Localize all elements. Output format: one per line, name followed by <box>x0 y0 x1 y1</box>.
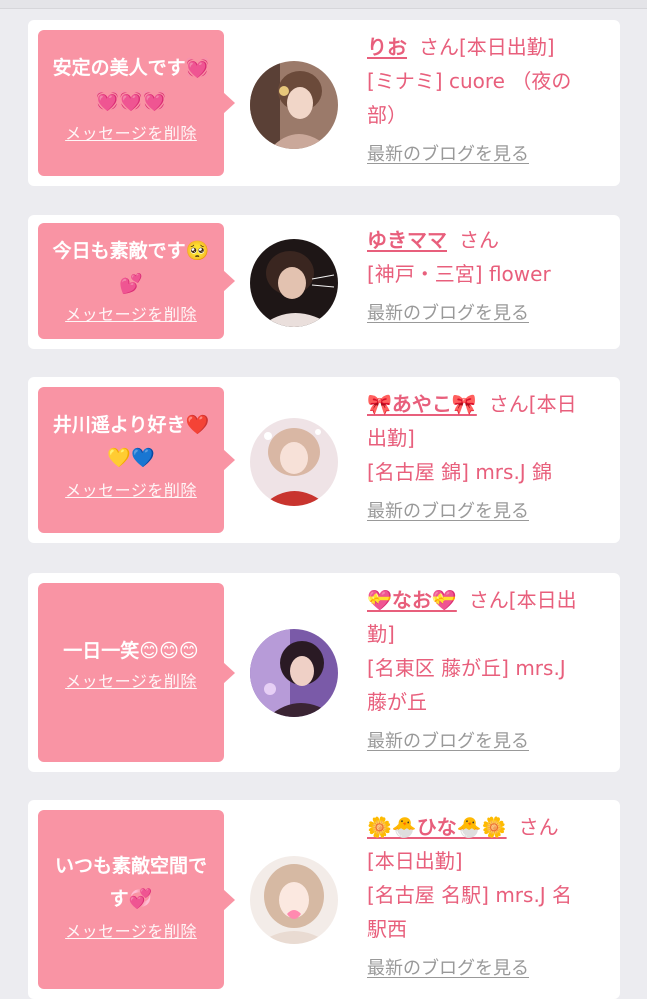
profile-info: 🌼🐣ひな🐣🌼 さん [本日出勤] [名古屋 名駅] mrs.J 名 駅西 最新のブ… <box>367 810 607 986</box>
profile-info: 💝なお💝 さん[本日出 勤] [名東区 藤が丘] mrs.J 藤が丘 最新のブログ… <box>367 583 607 759</box>
message-bubble: いつも素敵空間で す💞 メッセージを削除 <box>38 810 235 989</box>
delete-message-link[interactable]: メッセージを削除 <box>65 672 197 692</box>
profile-name-link[interactable]: 🎀あやこ🎀 <box>367 392 477 416</box>
message-text: 今日も素敵です🥺 <box>52 240 210 262</box>
latest-blog-link[interactable]: 最新のブログを見る <box>367 495 607 529</box>
avatar[interactable] <box>250 61 338 149</box>
shop-text: [名古屋 錦] mrs.J 錦 <box>367 460 553 484</box>
delete-message-link[interactable]: メッセージを削除 <box>65 124 197 144</box>
status-text-line2: [本日出勤] <box>367 849 463 873</box>
name-line: ゆきママ さん <box>367 223 607 257</box>
message-card: 一日一笑😊😊😊 メッセージを削除 💝なお💝 さん[本日出 勤] [名東区 藤が丘]… <box>28 573 620 772</box>
avatar[interactable] <box>250 418 338 506</box>
status-text: さん[本日出勤] <box>419 35 555 59</box>
profile-info: りお さん[本日出勤] [ミナミ] cuore （夜の 部） 最新のブログを見る <box>367 30 607 172</box>
delete-message-link[interactable]: メッセージを削除 <box>65 922 197 942</box>
message-text: 一日一笑😊😊😊 <box>63 640 199 662</box>
message-bubble: 一日一笑😊😊😊 メッセージを削除 <box>38 583 235 762</box>
message-card: いつも素敵空間で す💞 メッセージを削除 🌼🐣ひな🐣🌼 さん [本日出勤] [名古… <box>28 800 620 999</box>
status-text: さん[本日 <box>488 392 577 416</box>
status-text: さん[本日出 <box>468 588 577 612</box>
status-text-line2: 出勤] <box>367 426 415 450</box>
message-card: 井川遥より好き❤️ 💛💙 メッセージを削除 🎀あやこ🎀 さん[本日 出勤] [名古… <box>28 377 620 543</box>
name-line: 🎀あやこ🎀 さん[本日 <box>367 387 607 421</box>
latest-blog-link[interactable]: 最新のブログを見る <box>367 952 607 986</box>
delete-message-link[interactable]: メッセージを削除 <box>65 481 197 501</box>
shop-text-line2: 藤が丘 <box>367 690 427 714</box>
shop-text: [ミナミ] cuore （夜の <box>367 69 572 93</box>
top-edge <box>0 0 647 9</box>
profile-name-link[interactable]: 🌼🐣ひな🐣🌼 <box>367 815 507 839</box>
latest-blog-link[interactable]: 最新のブログを見る <box>367 297 607 331</box>
profile-info: ゆきママ さん [神戸・三宮] flower 最新のブログを見る <box>367 223 607 331</box>
profile-name-link[interactable]: 💝なお💝 <box>367 588 457 612</box>
message-card: 今日も素敵です🥺 💕 メッセージを削除 ゆきママ さん [神戸・三宮] flowe… <box>28 215 620 349</box>
message-bubble: 安定の美人です💓 💓💓💓 メッセージを削除 <box>38 30 235 176</box>
shop-text-line2: 部） <box>367 103 407 127</box>
delete-message-link[interactable]: メッセージを削除 <box>65 305 197 325</box>
message-text: 安定の美人です💓 <box>52 57 210 79</box>
shop-text: [神戸・三宮] flower <box>367 262 551 286</box>
status-text-line2: 勤] <box>367 622 395 646</box>
name-line: 🌼🐣ひな🐣🌼 さん <box>367 810 607 844</box>
message-text-line2: 💕 <box>119 273 143 295</box>
message-card: 安定の美人です💓 💓💓💓 メッセージを削除 りお さん[本日出勤] [ミナミ] c… <box>28 20 620 186</box>
profile-info: 🎀あやこ🎀 さん[本日 出勤] [名古屋 錦] mrs.J 錦 最新のブログを見る <box>367 387 607 529</box>
latest-blog-link[interactable]: 最新のブログを見る <box>367 138 607 172</box>
message-text-line2: 💛💙 <box>107 447 155 469</box>
message-text: いつも素敵空間で <box>54 855 207 877</box>
status-text: さん <box>459 228 499 252</box>
latest-blog-link[interactable]: 最新のブログを見る <box>367 725 607 759</box>
avatar[interactable] <box>250 239 338 327</box>
status-text: さん <box>518 815 559 839</box>
profile-name-link[interactable]: ゆきママ <box>367 228 447 252</box>
shop-text: [名古屋 名駅] mrs.J 名 <box>367 883 573 907</box>
message-text-line2: す💞 <box>109 888 153 910</box>
name-line: 💝なお💝 さん[本日出 <box>367 583 607 617</box>
message-bubble: 今日も素敵です🥺 💕 メッセージを削除 <box>38 223 235 339</box>
avatar[interactable] <box>250 856 338 944</box>
profile-name-link[interactable]: りお <box>367 35 407 59</box>
shop-text-line2: 駅西 <box>367 917 407 941</box>
message-text-line2: 💓💓💓 <box>95 90 167 112</box>
avatar[interactable] <box>250 629 338 717</box>
shop-text: [名東区 藤が丘] mrs.J <box>367 656 566 680</box>
message-bubble: 井川遥より好き❤️ 💛💙 メッセージを削除 <box>38 387 235 533</box>
name-line: りお さん[本日出勤] <box>367 30 607 64</box>
message-text: 井川遥より好き❤️ <box>52 414 210 436</box>
